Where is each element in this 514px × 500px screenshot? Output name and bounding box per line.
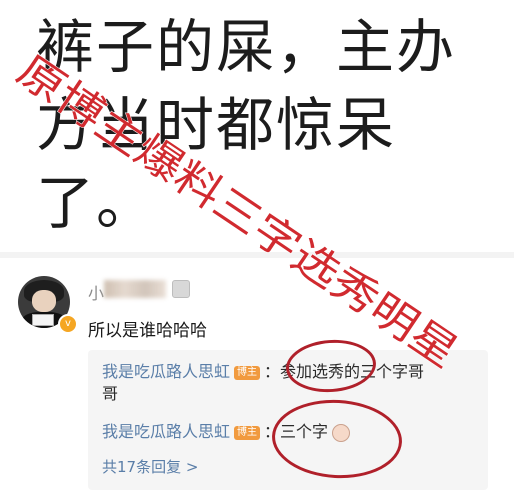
username-redacted-blur bbox=[104, 280, 166, 298]
headline-line: 了。 bbox=[36, 169, 157, 237]
reply-text: ：参加选秀的三个字哥 bbox=[264, 362, 425, 381]
comment-text: 所以是谁哈哈哈 bbox=[88, 321, 207, 341]
headline-line: 裤子的屎，主办 bbox=[36, 13, 457, 81]
post-headline: 裤子的屎，主办 方当时都惊呆 了。 bbox=[36, 8, 496, 242]
headline-line: 方当时都惊呆 bbox=[36, 91, 397, 159]
author-badge: 博主 bbox=[234, 425, 261, 440]
reply-list: 我是吃瓜路人思虹 博主 ：参加选秀的三个字哥 哥 我是吃瓜路人思虹 博主 ：三个字 共1… bbox=[88, 350, 488, 490]
avatar-face bbox=[32, 290, 56, 312]
reply-author[interactable]: 我是吃瓜路人思虹 bbox=[102, 422, 230, 441]
author-badge: 博主 bbox=[234, 365, 261, 380]
reply-text-continued: 哥 bbox=[102, 384, 119, 403]
comment-card: v 小 所以是谁哈哈哈 我是吃瓜路人思虹 博主 ：参加选秀的三个字哥 哥 我是吃瓜路… bbox=[0, 258, 514, 500]
more-replies-link[interactable]: 共17条回复 > bbox=[102, 456, 198, 477]
reply-item[interactable]: 我是吃瓜路人思虹 博主 ：参加选秀的三个字哥 bbox=[102, 358, 424, 382]
emoji-icon bbox=[332, 423, 351, 442]
reply-item[interactable]: 我是吃瓜路人思虹 博主 ：三个字 bbox=[102, 418, 351, 442]
reply-author[interactable]: 我是吃瓜路人思虹 bbox=[102, 362, 230, 381]
username-emoji-icon bbox=[172, 280, 190, 298]
verified-badge-icon: v bbox=[58, 314, 78, 334]
avatar-card bbox=[32, 314, 54, 326]
comment-username[interactable]: 小 bbox=[88, 280, 104, 304]
reply-text: ：三个字 bbox=[264, 422, 329, 441]
